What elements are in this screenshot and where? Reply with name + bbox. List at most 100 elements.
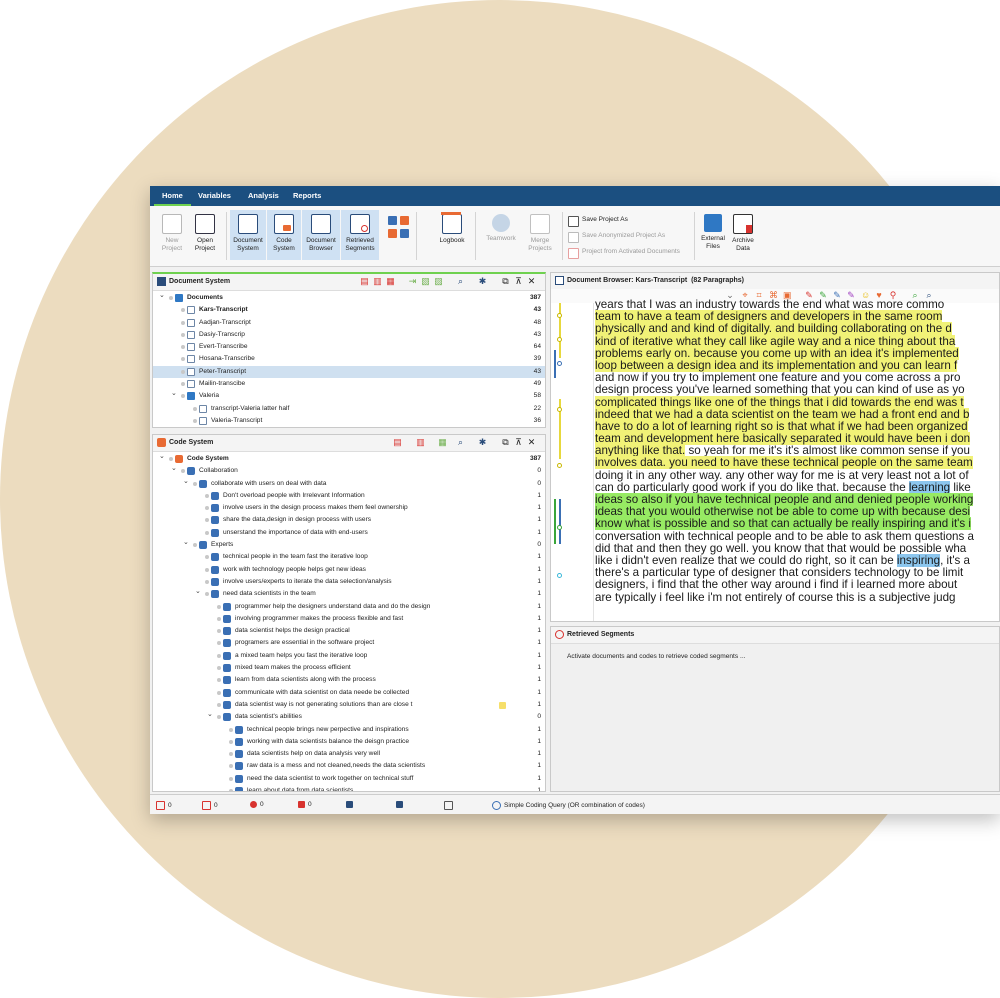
code-item[interactable]: Don't overload people with Irrelevant In… [153, 490, 545, 502]
activation-dot[interactable] [181, 369, 185, 374]
status-query[interactable]: Simple Coding Query (OR combination of c… [492, 801, 645, 810]
undock-icon[interactable]: ⧉ [501, 438, 510, 447]
coded-segment[interactable]: ideas so also if you have technical peop… [595, 493, 974, 506]
chevron-down-icon[interactable]: ⌄ [183, 537, 189, 549]
activation-dot[interactable] [217, 678, 221, 683]
activation-dot[interactable] [205, 592, 209, 597]
chevron-down-icon[interactable]: ⌄ [171, 388, 177, 400]
code-item[interactable]: communicate with data scientist on data … [153, 687, 545, 699]
chevron-down-icon[interactable]: ⌄ [159, 290, 165, 302]
import-media-icon[interactable]: ▨ [434, 277, 443, 286]
activation-dot[interactable] [193, 418, 197, 423]
activation-dot[interactable] [193, 543, 197, 548]
gear-icon[interactable]: ✱ [478, 277, 487, 286]
activation-dot[interactable] [205, 506, 209, 511]
activation-dot[interactable] [169, 457, 173, 461]
document-item[interactable]: Peter-Transcript 43 [153, 365, 545, 379]
status-segments[interactable]: 0 [250, 801, 264, 808]
code-item[interactable]: learn about data from data scientists 1 [153, 785, 545, 791]
code-marker[interactable] [557, 313, 562, 318]
search-icon[interactable]: ⌕ [456, 438, 465, 447]
code-item[interactable]: programers are essential in the software… [153, 637, 545, 649]
teamwork-button[interactable]: Teamwork [482, 214, 520, 243]
maximize-icon[interactable]: ⊼ [514, 277, 523, 286]
close-icon[interactable]: ✕ [527, 438, 536, 447]
activation-dot[interactable] [205, 518, 209, 523]
layout-icon[interactable] [400, 229, 409, 238]
save-anonymized-button[interactable]: Save Anonymized Project As [582, 232, 665, 239]
logbook-button[interactable]: Logbook [435, 212, 469, 245]
search-icon[interactable]: ⌕ [456, 277, 465, 286]
activation-dot[interactable] [229, 739, 233, 744]
undock-icon[interactable]: ⧉ [501, 277, 510, 286]
coded-segment[interactable]: learning [908, 480, 951, 494]
retrieved-segments-button[interactable]: Retrieved Segments [341, 210, 379, 260]
maximize-icon[interactable]: ⊼ [514, 438, 523, 447]
code-item[interactable]: data scientists help on data analysis ve… [153, 748, 545, 760]
code-item[interactable]: ⌄ need data scientists in the team 1 [153, 588, 545, 600]
status-codes[interactable]: 0 [202, 801, 218, 810]
activation-dot[interactable] [181, 382, 185, 387]
save-project-as-button[interactable]: Save Project As [582, 216, 628, 223]
project-from-activated-button[interactable]: Project from Activated Documents [582, 248, 680, 255]
code-item[interactable]: unserstand the importance of data with e… [153, 527, 545, 539]
coded-segment[interactable]: loop between a design idea and its imple… [595, 358, 958, 372]
new-document-icon[interactable]: ▦ [386, 277, 395, 286]
layout-icon[interactable] [388, 216, 397, 225]
tab-variables[interactable]: Variables [190, 186, 239, 206]
coded-segment[interactable]: problems early on. because you come up w… [595, 346, 959, 360]
code-item[interactable]: involving programmer makes the process f… [153, 613, 545, 625]
document-item[interactable]: Mailin-transcibe 49 [153, 378, 545, 390]
status-weight[interactable]: 0 [298, 801, 312, 808]
code-item[interactable]: programmer help the designers understand… [153, 601, 545, 613]
code-item[interactable]: ⌄ Experts 0 [153, 539, 545, 551]
deactivate-icon[interactable]: ▥ [373, 277, 382, 286]
activation-dot[interactable] [193, 406, 197, 411]
tab-reports[interactable]: Reports [285, 186, 329, 206]
document-group[interactable]: ⌄ Valeria 58 [153, 390, 545, 402]
status-documents[interactable]: 0 [156, 801, 172, 810]
tab-home[interactable]: Home [154, 186, 191, 206]
code-item[interactable]: ⌄ Collaboration 0 [153, 465, 545, 477]
layout-icon[interactable] [400, 216, 409, 225]
activation-dot[interactable] [217, 690, 221, 695]
coded-segment[interactable]: team to have a team of designers and dev… [595, 310, 943, 324]
code-item[interactable]: work with technology people helps get ne… [153, 564, 545, 576]
layout-icon[interactable] [388, 229, 397, 238]
document-item[interactable]: Kars-Transcript 43 [153, 304, 545, 316]
activation-dot[interactable] [181, 357, 185, 362]
document-item[interactable]: Evert-Transcribe 64 [153, 341, 545, 353]
code-marker[interactable] [557, 463, 562, 468]
activation-dot[interactable] [205, 567, 209, 572]
code-item[interactable]: technical people in the team fast the it… [153, 551, 545, 563]
external-files-button[interactable]: External Files [698, 214, 728, 251]
activation-dot[interactable] [217, 666, 221, 671]
code-item[interactable]: involve users in the design process make… [153, 502, 545, 514]
activation-dot[interactable] [169, 296, 173, 300]
code-item[interactable]: involve users/experts to iterate the dat… [153, 576, 545, 588]
activation-dot[interactable] [181, 345, 185, 350]
document-text-area[interactable]: years that I was an industry towards the… [551, 299, 999, 621]
code-item[interactable]: need the data scientist to work together… [153, 773, 545, 785]
activation-dot[interactable] [229, 776, 233, 781]
import-pdf-icon[interactable]: ▧ [421, 277, 430, 286]
code-item[interactable]: ⌄ collaborate with users on deal with dat… [153, 478, 545, 490]
activation-dot[interactable] [181, 469, 185, 474]
coded-segment[interactable]: know what is possible and so that can ac… [595, 517, 971, 531]
code-marker[interactable] [557, 337, 562, 342]
activation-dot[interactable] [181, 332, 185, 337]
coded-segment[interactable]: physically and and kind of digitally. an… [595, 322, 952, 336]
status-user[interactable] [346, 801, 356, 808]
coded-segment[interactable]: complicated things like one of the thing… [595, 395, 964, 409]
activation-dot[interactable] [229, 727, 233, 732]
merge-projects-button[interactable]: Merge Projects [522, 214, 558, 253]
chevron-down-icon[interactable]: ⌄ [183, 476, 189, 488]
activation-dot[interactable] [217, 715, 221, 720]
code-marker[interactable] [557, 525, 562, 530]
document-item[interactable]: transcript-Valeria latter half 22 [153, 403, 545, 415]
status-users[interactable] [396, 801, 406, 808]
activate-icon[interactable]: ▤ [360, 277, 369, 286]
document-browser-button[interactable]: Document Browser [302, 210, 340, 260]
activation-dot[interactable] [217, 641, 221, 646]
activation-dot[interactable] [229, 752, 233, 757]
